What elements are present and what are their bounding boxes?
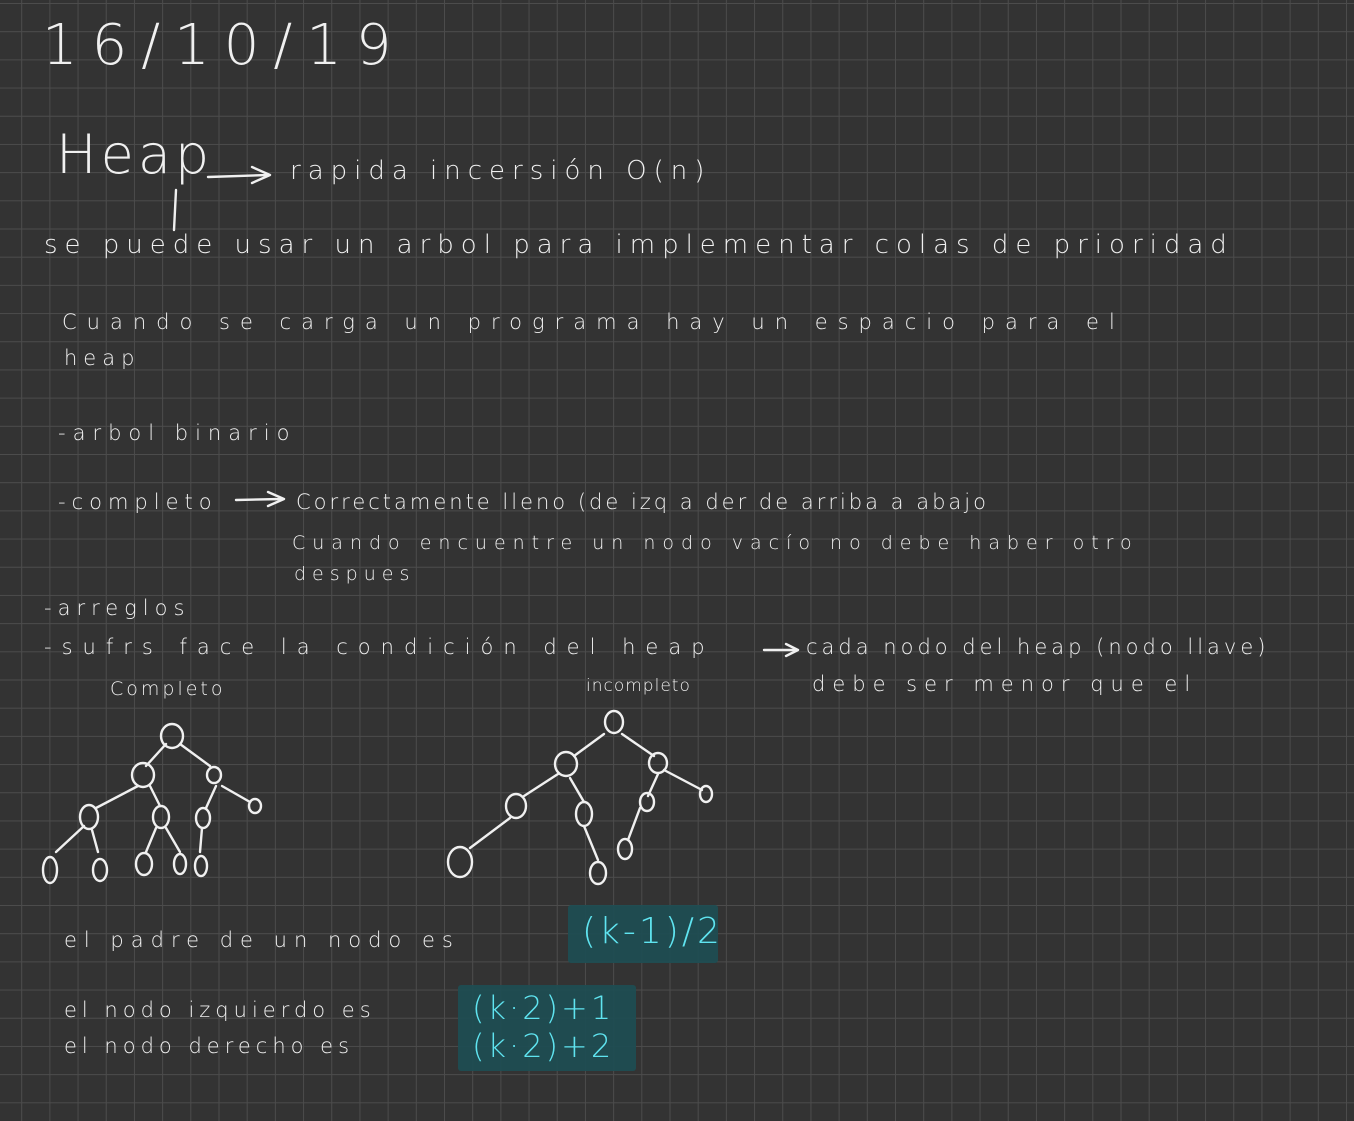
- tree-complete: [41, 722, 263, 885]
- tree-incomplete: [446, 709, 714, 886]
- arrow-completo-icon: [234, 490, 286, 508]
- arrow-condition-icon: [762, 642, 800, 658]
- title-tick: [172, 188, 178, 232]
- ink-drawings: [41, 165, 800, 886]
- arrow-title-icon: [206, 165, 272, 185]
